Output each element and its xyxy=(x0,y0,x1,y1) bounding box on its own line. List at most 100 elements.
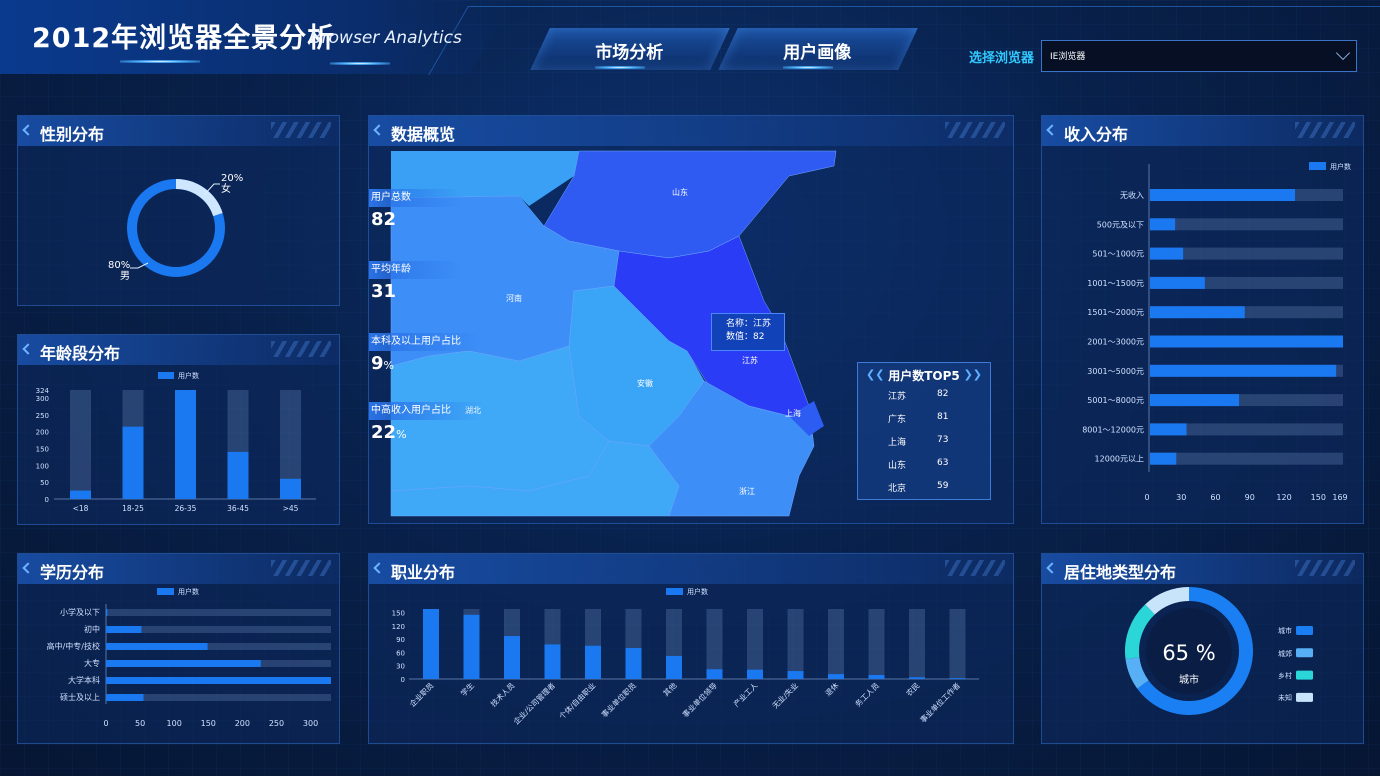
bar xyxy=(1150,335,1343,348)
x-tick-label: 退休 xyxy=(823,680,841,698)
bar xyxy=(666,655,682,679)
x-tick-label: 120 xyxy=(1276,493,1291,502)
map-label-shanghai: 上海 xyxy=(785,408,801,418)
stat-value: 82 xyxy=(371,209,397,230)
bar xyxy=(747,669,763,679)
tab-user-profile[interactable]: 用户画像 xyxy=(718,28,918,70)
residence-donut-chart: 城市 城郊 乡村 未知 65 % 城市 xyxy=(1125,587,1313,715)
stat-value: 22% xyxy=(371,422,407,443)
bar-track xyxy=(828,609,844,679)
y-tick-label: 0 xyxy=(45,496,49,504)
tab-glow xyxy=(595,66,645,69)
x-tick-label: 250 xyxy=(269,719,284,728)
bar xyxy=(106,609,108,616)
legend-swatch xyxy=(1296,648,1313,658)
map-label-jiangsu: 江苏 xyxy=(742,355,758,365)
age-bar-chart: 用户数 0 50 100 150 200 250 300324 <18 18-25 26-35 36… xyxy=(36,371,316,513)
x-tick-label: 60 xyxy=(1210,493,1220,502)
bar xyxy=(828,674,844,679)
x-tick-label: 个体/自由职业 xyxy=(557,680,598,721)
y-tick-label: 大学本科 xyxy=(68,675,100,685)
stat-label: 用户总数 xyxy=(369,189,461,207)
bar xyxy=(1150,452,1177,465)
y-tick-label: 1001～1500元 xyxy=(1087,279,1144,288)
gender-panel: 性别分布 20% 女 80% 男 xyxy=(17,115,340,306)
tab-market-analysis[interactable]: 市场分析 xyxy=(530,28,730,70)
legend-label: 用户数 xyxy=(178,371,199,380)
x-tick-label: 产业工人 xyxy=(731,680,760,709)
bar xyxy=(463,614,480,679)
bar-track xyxy=(787,609,804,679)
bar-track xyxy=(1150,218,1343,231)
x-tick-label: 农民 xyxy=(904,680,922,698)
bar xyxy=(106,677,331,684)
y-tick-label: 5001～8000元 xyxy=(1087,396,1144,405)
x-tick-label: 50 xyxy=(135,719,145,728)
y-tick-label: 500元及以下 xyxy=(1097,220,1144,229)
x-tick-label: 企业/公司管理者 xyxy=(511,680,557,726)
legend-label: 用户数 xyxy=(1330,162,1351,171)
y-tick-label: 小学及以下 xyxy=(60,607,100,617)
stat-value: 31 xyxy=(371,281,397,302)
x-tick-label: 18-25 xyxy=(122,504,144,513)
x-tick-label: 企业职员 xyxy=(407,680,436,709)
bar xyxy=(1150,394,1240,407)
x-tick-label: >45 xyxy=(283,504,299,513)
x-tick-label: 26-35 xyxy=(175,504,197,513)
y-tick-label: 100 xyxy=(36,462,49,470)
y-tick-label: 324 xyxy=(36,387,50,395)
browser-select-label: 选择浏览器 xyxy=(969,51,1035,66)
bar xyxy=(909,677,925,679)
occupation-bar-chart: 用户数 0 30 60 90 120 150 企业职员 学生 技术人员企业/公司管理者 个体/自由… xyxy=(392,587,979,726)
x-tick-label: 无业/失业 xyxy=(770,680,800,710)
browser-select[interactable]: IE浏览器 xyxy=(1041,40,1357,72)
chevron-down-icon[interactable] xyxy=(1335,45,1351,61)
bar xyxy=(280,478,301,499)
bar xyxy=(706,669,723,679)
bar xyxy=(544,644,561,679)
bar xyxy=(1150,306,1245,319)
x-tick-label: 事业单位职员 xyxy=(599,680,638,719)
education-panel: 学历分布 用户数 小学及以下 初中 高中/中专/技校 大专 大学本科 硕士及以上 0 50 10… xyxy=(17,553,340,744)
x-tick-label: 0 xyxy=(103,719,108,728)
browser-select-value: IE浏览器 xyxy=(1050,52,1086,62)
map-region-shandong[interactable] xyxy=(543,150,837,259)
legend-label: 城市 xyxy=(1278,626,1292,635)
x-tick-label: 其他 xyxy=(661,680,679,698)
stat-label: 中高收入用户占比 xyxy=(369,402,481,420)
bar xyxy=(106,643,208,650)
legend-swatch xyxy=(1296,670,1313,680)
x-tick-label: 0 xyxy=(1144,493,1149,502)
tab-label: 用户画像 xyxy=(783,43,852,63)
y-tick-label: 12000元以上 xyxy=(1095,455,1144,464)
x-tick-label: 36-45 xyxy=(227,504,249,513)
income-bar-chart: 用户数 无收入 500元及以下 501～1000元 1001～1500元 1501～20… xyxy=(1082,162,1351,502)
x-tick-label: 事业单位工作者 xyxy=(918,680,963,725)
bar xyxy=(1150,423,1187,436)
top5-panel: ❮❮ 用户数TOP5 ❯❯ 江苏 82 广东 81 上海 73 山东 63 北京 59 xyxy=(857,362,991,500)
bar-track xyxy=(70,390,91,499)
y-tick-label: 250 xyxy=(36,412,49,420)
y-tick-label: 300 xyxy=(36,395,49,403)
y-tick-label: 8001～12000元 xyxy=(1082,425,1144,434)
legend-swatch xyxy=(1296,692,1313,702)
bar xyxy=(175,390,196,499)
legend-swatch xyxy=(1309,162,1326,170)
x-tick-label: 150 xyxy=(201,719,216,728)
x-tick-label: 90 xyxy=(1245,493,1255,502)
x-tick-label: 技术人员 xyxy=(488,680,517,709)
tab-label: 市场分析 xyxy=(595,43,664,63)
bar xyxy=(70,490,91,499)
bar xyxy=(787,671,804,679)
header-glow xyxy=(330,62,390,65)
bar xyxy=(106,660,261,667)
y-tick-label: 1501～2000元 xyxy=(1087,308,1144,317)
x-tick-label: 150 xyxy=(1311,493,1326,502)
x-tick-label: 169 xyxy=(1332,493,1347,502)
header: 2012年浏览器全景分析 Browser Analytics 市场分析 用户画像… xyxy=(0,0,1380,80)
y-tick-label: 120 xyxy=(392,623,405,631)
y-tick-label: 200 xyxy=(36,429,49,437)
y-tick-label: 2001～3000元 xyxy=(1087,338,1144,347)
residence-panel: 居住地类型分布 城市 城郊 乡村 未知 65 % 城市 xyxy=(1041,553,1364,744)
bar xyxy=(868,675,885,679)
